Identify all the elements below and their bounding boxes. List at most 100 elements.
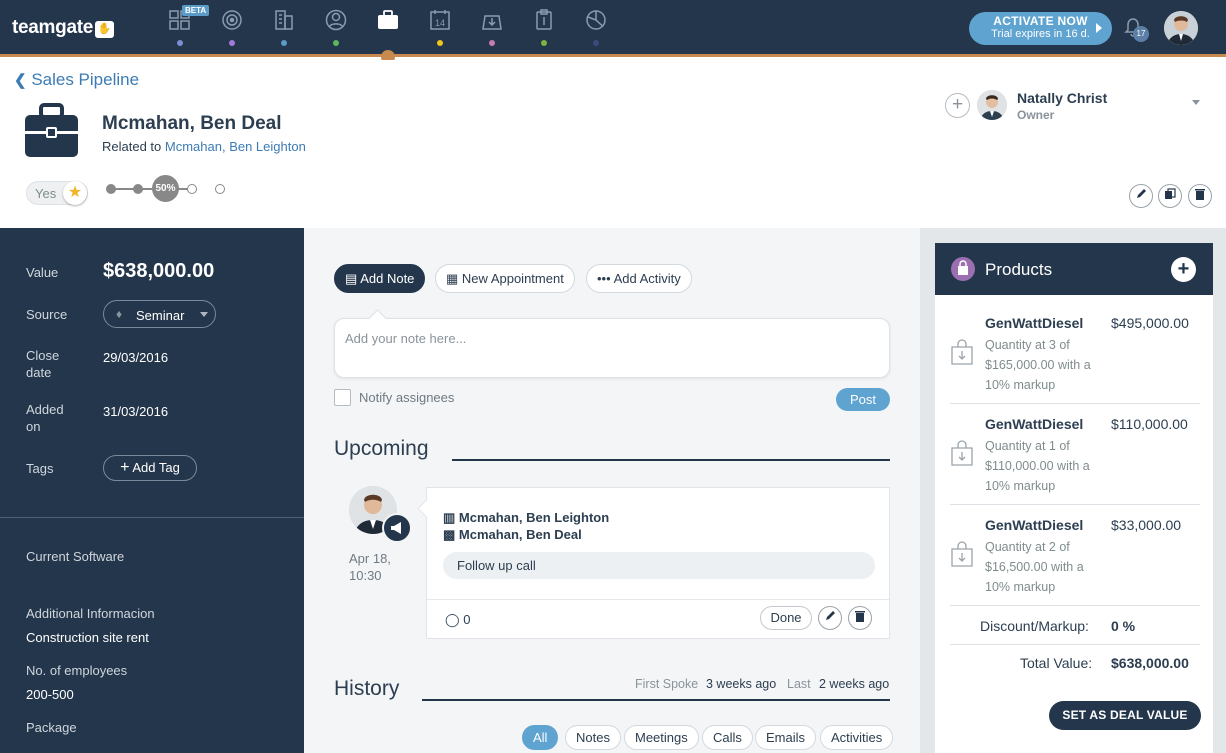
product-item[interactable]: GenWattDiesel $110,000.00 Quantity at 1 … xyxy=(950,404,1200,505)
close-date-value[interactable]: 29/03/2016 xyxy=(103,350,168,365)
related-contact-link[interactable]: Mcmahan, Ben Leighton xyxy=(165,139,306,154)
done-button[interactable]: Done xyxy=(760,606,812,630)
product-price: $110,000.00 xyxy=(1111,416,1188,432)
back-to-pipeline-link[interactable]: ❮ Sales Pipeline xyxy=(14,70,139,90)
nav-dashboard[interactable]: BETA xyxy=(160,5,210,48)
note-placeholder: Add your note here... xyxy=(345,331,467,346)
summary-divider xyxy=(950,644,1200,645)
tab-add-note[interactable]: ▤ Add Note xyxy=(334,264,426,293)
stage-dot-pending[interactable] xyxy=(187,184,197,194)
nav-dot xyxy=(281,40,287,46)
note-textarea[interactable]: Add your note here... xyxy=(334,318,890,378)
notify-assignees-label: Notify assignees xyxy=(359,390,455,405)
trash-icon xyxy=(1195,189,1205,200)
deal-briefcase-icon xyxy=(25,103,78,157)
trial-text: Trial expires in 16 d. xyxy=(991,28,1090,40)
add-owner-button[interactable]: + xyxy=(945,93,970,118)
nav-deals[interactable] xyxy=(368,8,408,48)
stage-dot-pending[interactable] xyxy=(215,184,225,194)
filter-notes[interactable]: Notes xyxy=(565,725,621,750)
filter-all[interactable]: All xyxy=(522,725,559,750)
nav-dot xyxy=(177,40,183,46)
nav-dot xyxy=(593,40,599,46)
stage-dot-completed[interactable] xyxy=(106,184,116,194)
chevron-down-icon xyxy=(200,312,208,317)
filter-meetings[interactable]: Meetings xyxy=(624,725,699,750)
discount-label: Discount/Markup: xyxy=(980,618,1089,634)
activity-task[interactable]: Follow up call xyxy=(443,552,875,579)
toggle-label: Yes xyxy=(35,186,57,201)
additional-info-value[interactable]: Construction site rent xyxy=(26,630,149,645)
employees-value[interactable]: 200-500 xyxy=(26,687,74,702)
product-description: Quantity at 2 of $16,500.00 with a 10% m… xyxy=(985,540,1084,594)
product-description: Quantity at 3 of $165,000.00 with a 10% … xyxy=(985,338,1091,392)
notify-assignees-checkbox[interactable] xyxy=(334,389,351,406)
back-label: Sales Pipeline xyxy=(31,70,140,89)
tags-label: Tags xyxy=(26,461,54,476)
copy-deal-button[interactable] xyxy=(1158,184,1182,208)
delete-activity-button[interactable] xyxy=(848,606,872,630)
set-as-deal-value-button[interactable]: SET AS DEAL VALUE xyxy=(1049,701,1201,730)
product-price: $495,000.00 xyxy=(1111,315,1189,331)
deal-value[interactable]: $638,000.00 xyxy=(103,260,214,283)
pipeline-stage-progress: 50% xyxy=(105,175,235,205)
nav-dot xyxy=(489,40,495,46)
post-button[interactable]: Post xyxy=(836,388,890,411)
main-content: ▤ Add Note ▦ New Appointment ••• Add Act… xyxy=(304,228,920,753)
teamgate-logo[interactable]: teamgate ✋ xyxy=(12,17,115,39)
added-on-label: Added on xyxy=(26,402,64,434)
product-bag-icon xyxy=(951,440,973,466)
star-icon: ★ xyxy=(63,181,87,205)
owner-avatar xyxy=(977,90,1007,120)
tab-new-appointment[interactable]: ▦ New Appointment xyxy=(435,264,575,293)
related-to-line: Related to Mcmahan, Ben Leighton xyxy=(102,139,306,154)
nav-calendar[interactable]: 14 xyxy=(420,8,460,48)
filter-emails[interactable]: Emails xyxy=(755,725,817,750)
won-toggle[interactable]: Yes ★ xyxy=(26,181,88,205)
user-avatar[interactable] xyxy=(1164,11,1198,45)
plus-icon: + xyxy=(120,459,130,476)
nav-documents[interactable] xyxy=(524,8,564,48)
total-value: $638,000.00 xyxy=(1111,655,1189,671)
tab-add-activity[interactable]: ••• Add Activity xyxy=(586,264,692,293)
activity-date: Apr 18, 10:30 xyxy=(349,551,391,583)
additional-info-label: Additional Informacion xyxy=(26,606,155,621)
activity-contact[interactable]: ▥ Mcmahan, Ben Leighton xyxy=(443,510,609,526)
product-item[interactable]: GenWattDiesel $495,000.00 Quantity at 3 … xyxy=(950,303,1200,404)
activity-footer-divider xyxy=(427,599,889,600)
upcoming-divider xyxy=(452,459,890,461)
nav-companies[interactable] xyxy=(264,8,304,48)
source-select[interactable]: ♦ Seminar xyxy=(103,300,216,328)
filter-activities[interactable]: Activities xyxy=(820,725,894,750)
add-product-button[interactable]: + xyxy=(1171,257,1196,282)
contacts-icon xyxy=(325,9,347,31)
deal-details-sidebar: Value $638,000.00 Source ♦ Seminar Close… xyxy=(0,228,304,753)
nav-inbox[interactable] xyxy=(472,8,512,48)
edit-activity-button[interactable] xyxy=(818,606,842,630)
stage-current-percent[interactable]: 50% xyxy=(152,175,179,202)
owner-name[interactable]: Natally Christ xyxy=(1017,90,1107,106)
activate-now-button[interactable]: ACTIVATE NOW Trial expires in 16 d. xyxy=(969,12,1112,45)
inbox-icon xyxy=(482,15,502,30)
nav-targets[interactable] xyxy=(212,8,252,48)
source-value: Seminar xyxy=(136,308,185,323)
pencil-icon xyxy=(1137,189,1146,198)
calendar-small-icon: ▦ xyxy=(446,271,459,286)
activity-deal[interactable]: ▩ Mcmahan, Ben Deal xyxy=(443,527,582,543)
filter-calls[interactable]: Calls xyxy=(702,725,753,750)
owner-role: Owner xyxy=(1017,108,1055,122)
delete-deal-button[interactable] xyxy=(1188,184,1212,208)
nav-reports[interactable] xyxy=(576,8,616,48)
discount-value[interactable]: 0 % xyxy=(1111,618,1135,634)
target-icon xyxy=(222,10,242,30)
product-item[interactable]: GenWattDiesel $33,000.00 Quantity at 2 o… xyxy=(950,505,1200,606)
history-title: History xyxy=(334,677,400,700)
add-tag-button[interactable]: + Add Tag xyxy=(103,455,197,481)
stage-dot-completed[interactable] xyxy=(133,184,143,194)
product-name: GenWattDiesel xyxy=(985,315,1084,331)
product-bag-icon xyxy=(951,339,973,365)
edit-deal-button[interactable] xyxy=(1129,184,1153,208)
nav-contacts[interactable] xyxy=(316,8,356,48)
owner-dropdown-caret-icon[interactable] xyxy=(1192,100,1200,105)
comments-button[interactable]: ◯ 0 xyxy=(445,612,470,628)
